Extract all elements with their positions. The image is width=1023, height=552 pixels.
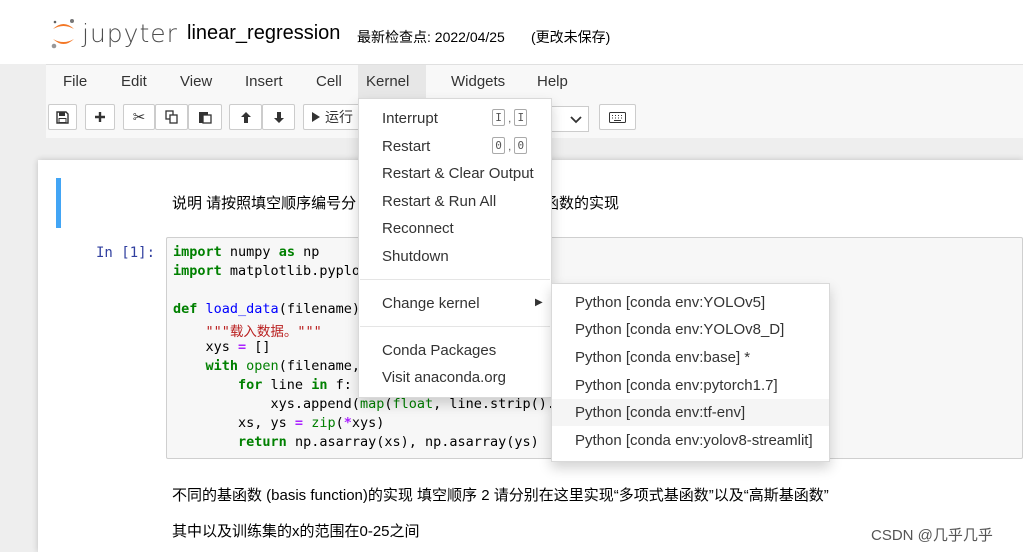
menu-kernel[interactable]: Kernel [358,65,426,99]
plus-icon [95,112,105,122]
menu-item-restart[interactable]: Restart 0,0 [382,137,528,155]
code-line: return np.asarray(xs), np.asarray(ys) [238,434,539,450]
input-prompt: In [1]: [96,245,156,261]
notebook-header: jupyter linear_regression 最新检查点: 2022/04… [0,0,1023,64]
autosave-status: (更改未保存) [531,29,611,45]
markdown-text-tail: 函数的实现 [544,195,620,212]
change-kernel-submenu: Python [conda env:YOLOv5] Python [conda … [551,283,830,462]
kernel-option[interactable]: Python [conda env:YOLOv8_D] [552,316,829,343]
kernel-option[interactable]: Python [conda env:yolov8-streamlit] [552,427,829,454]
menu-item-reconnect[interactable]: Reconnect [382,220,454,237]
run-label: 运行 [325,109,353,125]
code-line: xs, ys = zip(*xys) [173,415,385,431]
kernel-option[interactable]: Python [conda env:pytorch1.7] [552,372,829,399]
menu-help[interactable]: Help [528,65,577,99]
move-up-button[interactable] [229,104,262,130]
code-line: def load_data(filename) [173,301,360,317]
kernel-option-hovered[interactable]: Python [conda env:tf-env] [552,399,829,426]
chevron-down-icon [570,116,582,124]
menu-item-shutdown[interactable]: Shutdown [382,248,449,265]
cut-button[interactable]: ✂ [123,104,155,130]
arrow-down-icon [273,111,284,123]
code-line: xys.append(map(float, line.strip().s [173,396,564,412]
code-line: import matplotlib.pyplo [173,263,360,279]
markdown-text: 其中以及训练集的x的范围在0-25之间 [172,523,420,540]
move-down-button[interactable] [262,104,295,130]
arrow-up-icon [240,111,251,123]
save-button[interactable] [48,104,77,130]
menu-divider [360,279,550,280]
code-line: with open(filename, [205,358,360,374]
kernel-option[interactable]: Python [conda env:YOLOv5] [552,289,829,316]
run-icon [312,112,320,122]
markdown-text: 说明 请按照填空顺序编号分 [172,195,357,212]
code-line: import numpy as np [173,244,320,260]
watermark: CSDN @几乎几乎 [871,527,993,544]
menu-divider [360,326,550,327]
menu-item-interrupt[interactable]: Interrupt I,I [382,109,528,127]
command-palette-button[interactable] [599,104,636,130]
markdown-text: 不同的基函数 (basis function)的实现 填空顺序 2 请分别在这里… [172,487,829,504]
shortcut-hint: 0,0 [492,137,528,154]
menu-item-label: Interrupt [382,110,438,127]
menu-item-label: Restart [382,138,431,155]
key-cap: 0 [492,137,505,154]
save-icon [56,110,69,124]
key-cap: I [514,109,528,126]
insert-cell-button[interactable] [85,104,115,130]
paste-icon [199,112,212,124]
key-cap: 0 [514,137,528,154]
caret-right-icon: ▶ [535,297,543,308]
cell-type-select[interactable] [552,106,589,132]
menu-item-restart-run-all[interactable]: Restart & Run All [382,193,496,210]
copy-icon [164,110,178,124]
checkpoint-status: 最新检查点: 2022/04/25 [357,29,505,45]
key-cap: I [492,109,505,126]
menu-edit[interactable]: Edit [112,65,156,99]
shortcut-hint: I,I [492,109,528,126]
menu-item-label: Change kernel [382,295,480,312]
menu-view[interactable]: View [171,65,221,99]
kernel-option[interactable]: Python [conda env:base] * [552,344,829,371]
menu-item-restart-clear-output[interactable]: Restart & Clear Output [382,165,534,182]
notebook-name[interactable]: linear_regression [187,22,340,45]
kernel-menu: Interrupt I,I Restart 0,0 Restart & Clea… [358,98,552,398]
run-button[interactable]: 运行 [303,104,363,130]
menu-item-change-kernel[interactable]: Change kernel ▶ [382,295,552,312]
cut-icon: ✂ [132,109,146,126]
jupyter-logo-icon [51,19,74,49]
menu-insert[interactable]: Insert [236,65,292,99]
keyboard-icon [609,111,626,123]
menu-cell[interactable]: Cell [307,65,351,99]
paste-button[interactable] [188,104,222,130]
menu-item-visit-anaconda[interactable]: Visit anaconda.org [382,369,506,386]
code-line: for line in f: [238,377,352,393]
menu-widgets[interactable]: Widgets [442,65,514,99]
code-line: """载入数据。""" [173,324,322,340]
jupyter-logo[interactable]: jupyter [50,14,177,54]
code-line: xys = [] [173,339,271,355]
menu-item-conda-packages[interactable]: Conda Packages [382,342,496,359]
jupyter-wordmark: jupyter [82,19,178,48]
copy-button[interactable] [155,104,188,130]
menu-file[interactable]: File [54,65,96,99]
menubar: File Edit View Insert Cell Kernel Widget… [46,64,1023,100]
